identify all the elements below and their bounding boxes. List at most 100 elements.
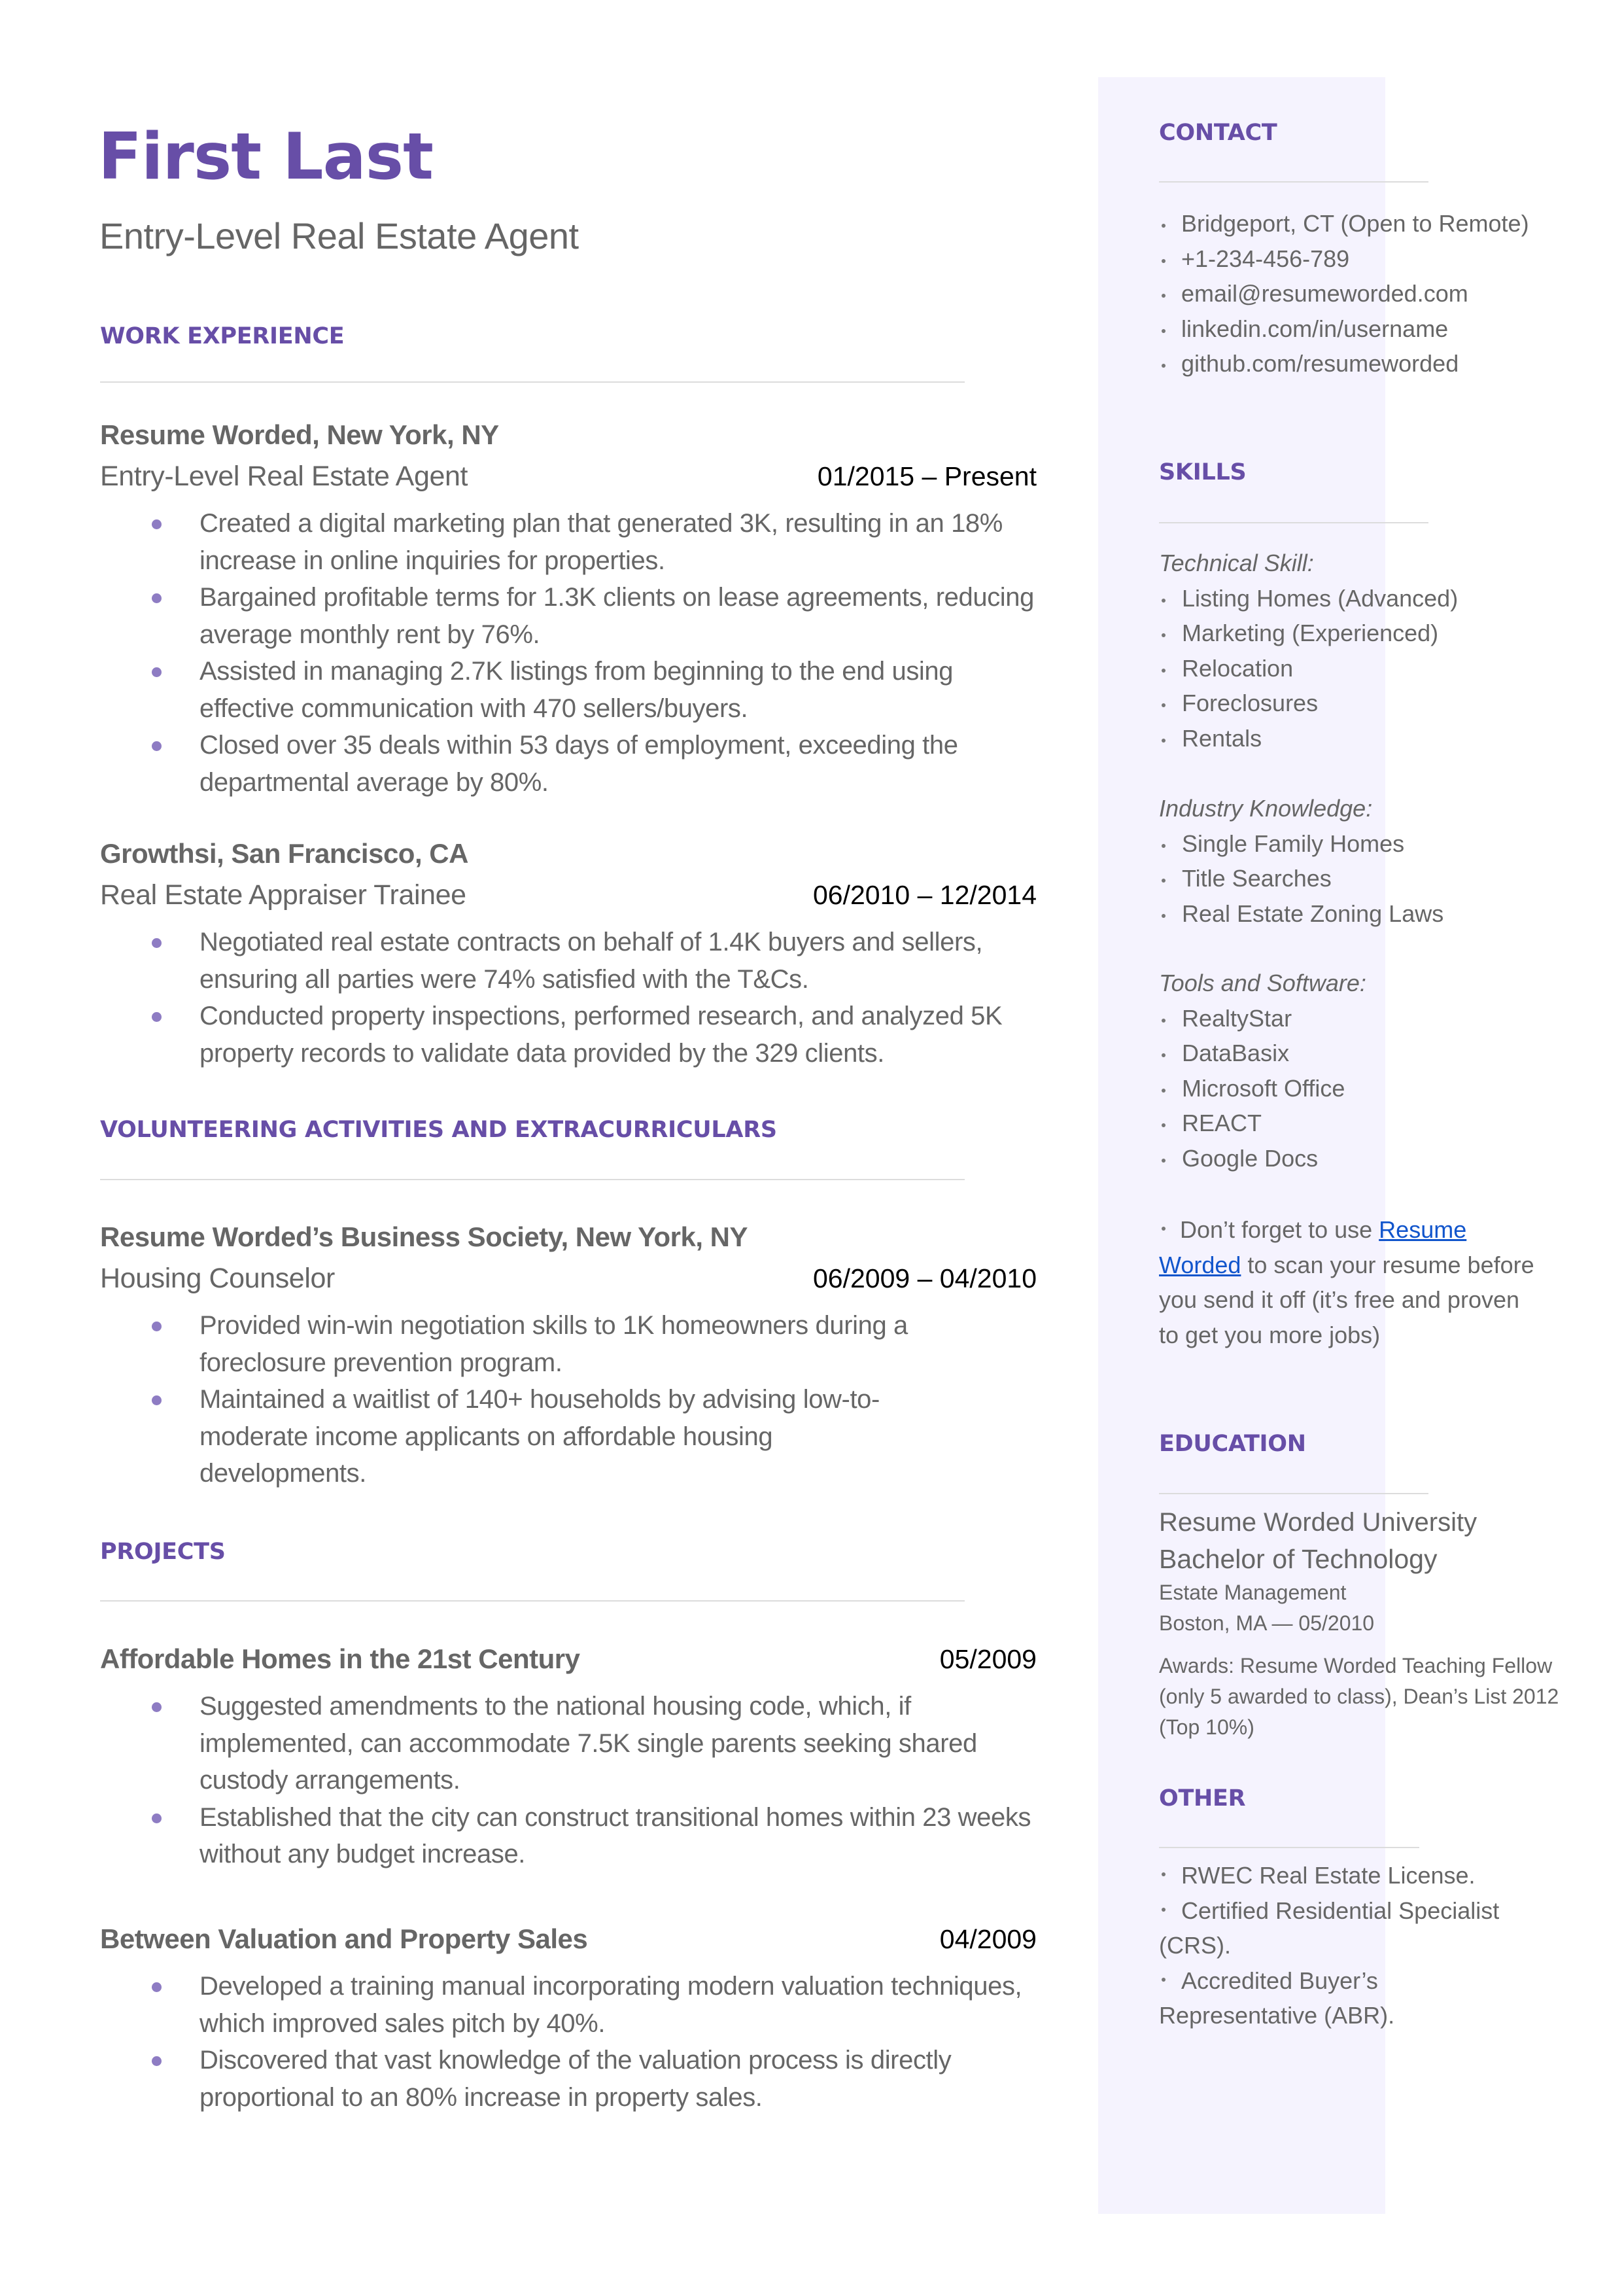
skill-item: Real Estate Zoning Laws	[1162, 896, 1538, 932]
bullet-text: Assisted in managing 2.7K listings from …	[199, 657, 954, 723]
skill-text: Single Family Homes	[1182, 830, 1405, 857]
contact-phone[interactable]: +1-234-456-789	[1162, 241, 1541, 277]
skill-text: Relocation	[1182, 654, 1294, 682]
other-text: RWEC Real Estate License.	[1181, 1862, 1476, 1889]
education-awards: Awards: Resume Worded Teaching Fellow (o…	[1159, 1654, 1559, 1739]
bullet-item: Negotiated real estate contracts on beha…	[100, 924, 1037, 998]
candidate-title: Entry-Level Real Estate Agent	[99, 215, 579, 256]
bullet-item: Closed over 35 deals within 53 days of e…	[100, 727, 1037, 801]
contact-text[interactable]: email@resumeworded.com	[1181, 280, 1468, 307]
entry-organization: Resume Worded, New York, NY	[100, 419, 499, 450]
bullet-text: Developed a training manual incorporatin…	[199, 1972, 1022, 2038]
resume-worded-note: Don’t forget to use Resume Worded to sca…	[1159, 1212, 1545, 1352]
bullet-dot-icon	[1162, 633, 1166, 637]
section-divider	[1159, 522, 1428, 523]
section-title-projects: PROJECTS	[100, 1539, 226, 1565]
skill-item: Google Docs	[1162, 1141, 1538, 1176]
contact-text: Bridgeport, CT (Open to Remote)	[1181, 210, 1529, 237]
entry-role: Real Estate Appraiser Trainee	[100, 879, 466, 911]
bullet-dot-icon	[1162, 1907, 1166, 1912]
education-location-date: Boston, MA — 05/2010	[1159, 1611, 1375, 1635]
contact-list: Bridgeport, CT (Open to Remote) +1-234-4…	[1162, 206, 1541, 381]
bullet-item: Established that the city can construct …	[100, 1799, 1037, 1873]
bullet-text: Negotiated real estate contracts on beha…	[199, 928, 983, 994]
bullet-dot-icon	[152, 1322, 162, 1331]
entry-role: Housing Counselor	[100, 1263, 335, 1294]
contact-text[interactable]: github.com/resumeworded	[1181, 350, 1459, 377]
bullet-dot-icon	[152, 1395, 162, 1405]
bullet-text: Closed over 35 deals within 53 days of e…	[199, 731, 958, 797]
skill-group-label: Industry Knowledge:	[1159, 795, 1373, 822]
section-title-volunteering: VOLUNTEERING ACTIVITIES AND EXTRACURRICU…	[100, 1117, 777, 1143]
bullet-dot-icon	[1162, 598, 1166, 603]
bullet-dot-icon	[152, 1012, 162, 1022]
note-text: Don’t forget to use	[1180, 1216, 1379, 1243]
section-divider	[1159, 1493, 1428, 1494]
bullet-dot-icon	[1162, 1158, 1166, 1163]
section-title-other: OTHER	[1159, 1785, 1246, 1812]
skill-item: Single Family Homes	[1162, 826, 1538, 862]
bullet-dot-icon	[1162, 1227, 1166, 1231]
other-item: Accredited Buyer’s Representative (ABR).	[1159, 1963, 1538, 2033]
bullet-dot-icon	[1162, 738, 1166, 743]
bullet-dot-icon	[152, 667, 162, 677]
contact-email[interactable]: email@resumeworded.com	[1162, 276, 1541, 311]
volunteering-entry: Resume Worded’s Business Society, New Yo…	[100, 1217, 1037, 1492]
bullet-dot-icon	[152, 1982, 162, 1992]
bullet-text: Conducted property inspections, performe…	[199, 1002, 1003, 1068]
bullet-item: Bargained profitable terms for 1.3K clie…	[100, 579, 1037, 653]
other-text: Certified Residential Specialist (CRS).	[1159, 1897, 1500, 1959]
skill-text: Foreclosures	[1182, 690, 1319, 716]
bullet-item: Suggested amendments to the national hou…	[100, 1688, 1037, 1799]
skill-item: Title Searches	[1162, 861, 1538, 896]
bullet-dot-icon	[1162, 364, 1166, 368]
contact-linkedin[interactable]: linkedin.com/in/username	[1162, 311, 1541, 347]
skill-item: Microsoft Office	[1162, 1071, 1538, 1106]
skill-text: Listing Homes (Advanced)	[1182, 584, 1459, 612]
bullet-dot-icon	[1162, 1053, 1166, 1057]
experience-entry: Growthsi, San Francisco, CA Real Estate …	[100, 833, 1037, 1072]
skill-text: Real Estate Zoning Laws	[1182, 900, 1444, 927]
bullet-item: Conducted property inspections, performe…	[100, 998, 1037, 1072]
bullet-dot-icon	[1162, 1872, 1166, 1877]
skill-item: REACT	[1162, 1106, 1538, 1141]
contact-text[interactable]: +1-234-456-789	[1181, 245, 1349, 272]
contact-text[interactable]: linkedin.com/in/username	[1181, 315, 1448, 342]
contact-github[interactable]: github.com/resumeworded	[1162, 346, 1541, 381]
bullet-item: Created a digital marketing plan that ge…	[100, 505, 1037, 579]
bullet-dot-icon	[1162, 913, 1166, 918]
section-divider	[1159, 181, 1428, 183]
bullet-dot-icon	[1162, 224, 1166, 228]
bullet-list: Created a digital marketing plan that ge…	[100, 505, 1037, 801]
bullet-list: Provided win-win negotiation skills to 1…	[100, 1307, 944, 1492]
skill-list: Single Family Homes Title Searches Real …	[1162, 826, 1538, 932]
skill-list: RealtyStar DataBasix Microsoft Office RE…	[1162, 1001, 1538, 1176]
skill-text: Title Searches	[1182, 865, 1332, 892]
section-title-skills: SKILLS	[1159, 459, 1247, 485]
project-date: 05/2009	[939, 1644, 1037, 1674]
project-name: Affordable Homes in the 21st Century	[100, 1643, 580, 1674]
contact-location: Bridgeport, CT (Open to Remote)	[1162, 206, 1541, 241]
bullet-item: Discovered that vast knowledge of the va…	[100, 2042, 1037, 2116]
project-date: 04/2009	[939, 1924, 1037, 1954]
skill-text: DataBasix	[1182, 1040, 1290, 1066]
skill-item: Foreclosures	[1162, 686, 1538, 721]
bullet-dot-icon	[1162, 328, 1166, 333]
bullet-list: Developed a training manual incorporatin…	[100, 1968, 1037, 2116]
bullet-dot-icon	[152, 741, 162, 751]
education-entry: Resume Worded University Bachelor of Tec…	[1159, 1504, 1559, 1743]
bullet-text: Maintained a waitlist of 140+ households…	[199, 1385, 880, 1488]
skill-text: Rentals	[1182, 724, 1262, 752]
bullet-text: Bargained profitable terms for 1.3K clie…	[199, 583, 1034, 649]
bullet-item: Maintained a waitlist of 140+ households…	[100, 1381, 944, 1492]
skill-item: Relocation	[1162, 651, 1538, 686]
bullet-dot-icon	[1162, 703, 1166, 707]
entry-role: Entry-Level Real Estate Agent	[100, 461, 468, 492]
bullet-item: Provided win-win negotiation skills to 1…	[100, 1307, 944, 1381]
skill-item: Marketing (Experienced)	[1162, 616, 1538, 651]
section-title-education: EDUCATION	[1159, 1431, 1306, 1457]
bullet-list: Negotiated real estate contracts on beha…	[100, 924, 1037, 1072]
skill-item: DataBasix	[1162, 1036, 1538, 1071]
skill-text: RealtyStar	[1182, 1004, 1292, 1032]
section-title-contact: CONTACT	[1159, 120, 1277, 146]
